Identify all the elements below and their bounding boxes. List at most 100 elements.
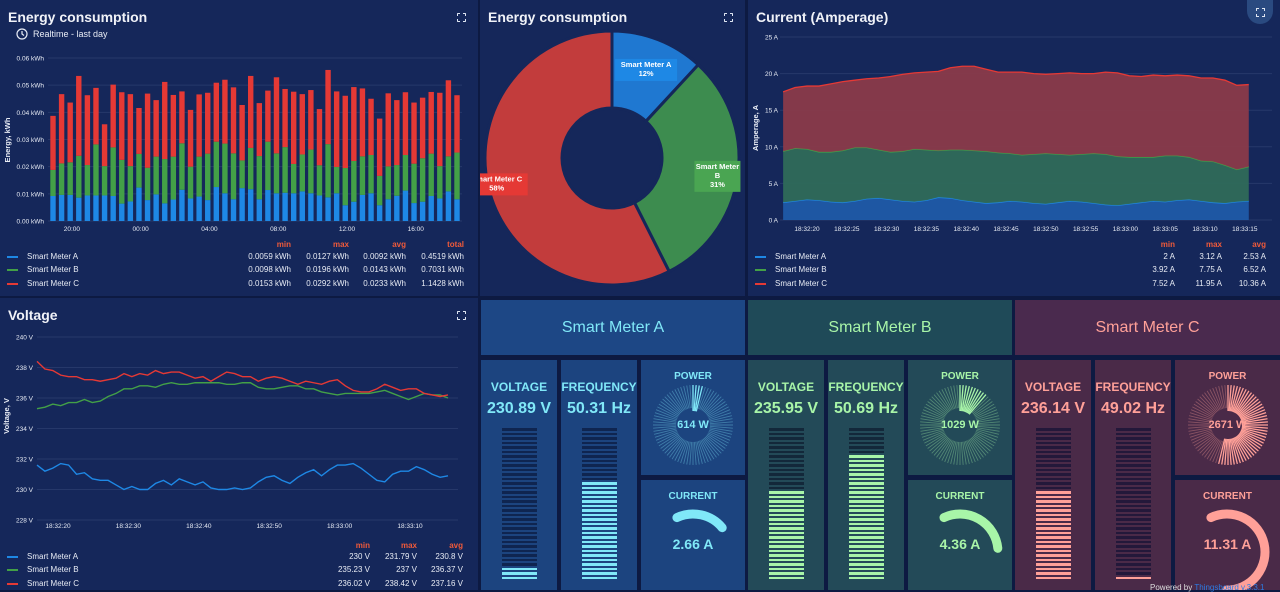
- bar-smart-meter-c: [385, 93, 391, 167]
- x-tick-label: 18:33:15: [1232, 226, 1258, 233]
- bar-smart-meter-a: [205, 200, 211, 221]
- y-tick-label: 0.05 kWh: [17, 83, 45, 90]
- level-segment: [1115, 540, 1151, 543]
- level-segment: [501, 459, 537, 462]
- level-segment: [1115, 441, 1151, 444]
- level-segment: [1035, 459, 1071, 462]
- bar-smart-meter-a: [368, 193, 374, 221]
- bar-smart-meter-a: [359, 194, 366, 221]
- level-segment: [1115, 464, 1151, 467]
- level-segment: [848, 491, 884, 494]
- bar-smart-meter-b: [299, 154, 305, 192]
- legend-series-name[interactable]: Smart Meter A: [775, 252, 826, 261]
- level-segment: [1035, 428, 1071, 431]
- bar-smart-meter-c: [179, 91, 185, 144]
- level-segment: [848, 486, 884, 489]
- level-segment: [848, 509, 884, 512]
- level-segment: [501, 477, 537, 480]
- bar-smart-meter-c: [84, 95, 91, 166]
- bar-smart-meter-b: [239, 160, 245, 189]
- bar-smart-meter-a: [179, 189, 185, 221]
- frequency-level-gauge: [848, 428, 884, 581]
- bar-smart-meter-c: [437, 92, 443, 167]
- meter-header: Smart Meter A: [481, 300, 745, 355]
- bar-smart-meter-a: [428, 196, 434, 221]
- bar-smart-meter-a: [265, 190, 271, 221]
- legend-series-name[interactable]: Smart Meter B: [27, 565, 79, 574]
- x-tick-label: 18:33:10: [397, 523, 423, 530]
- level-segment: [768, 491, 804, 494]
- level-segment: [501, 558, 537, 561]
- x-tick-label: 18:32:30: [874, 226, 900, 233]
- bar-smart-meter-c: [213, 82, 220, 142]
- legend-swatch: [7, 283, 18, 285]
- level-segment: [1115, 567, 1151, 570]
- y-tick-label: 0.02 kWh: [17, 164, 45, 171]
- legend-series-name[interactable]: Smart Meter B: [27, 265, 79, 274]
- power-card: POWER 2671 W: [1175, 360, 1280, 475]
- level-segment: [581, 558, 617, 561]
- current-value: 2.66 A: [672, 536, 714, 552]
- level-segment: [1035, 558, 1071, 561]
- frequency-label: FREQUENCY: [828, 380, 904, 394]
- frequency-card: FREQUENCY 50.31 Hz: [561, 360, 637, 590]
- legend-swatch: [7, 556, 18, 558]
- bar-smart-meter-c: [93, 87, 99, 145]
- legend-header-min: min: [276, 240, 291, 249]
- level-segment: [768, 468, 804, 471]
- bar-smart-meter-a: [290, 193, 297, 221]
- level-segment: [1115, 545, 1151, 548]
- level-segment: [768, 509, 804, 512]
- level-segment: [1035, 486, 1071, 489]
- level-segment: [501, 441, 537, 444]
- level-segment: [848, 504, 884, 507]
- legend-value: 237.16 V: [430, 579, 463, 588]
- level-segment: [501, 446, 537, 449]
- level-segment: [1035, 545, 1071, 548]
- legend-series-name[interactable]: Smart Meter C: [27, 579, 79, 588]
- legend-series-name[interactable]: Smart Meter B: [775, 265, 827, 274]
- level-segment: [581, 441, 617, 444]
- x-tick-label: 08:00: [270, 226, 287, 233]
- level-segment: [1115, 522, 1151, 525]
- level-segment: [581, 549, 617, 552]
- bar-smart-meter-b: [437, 166, 443, 199]
- level-segment: [501, 486, 537, 489]
- bar-smart-meter-c: [196, 94, 202, 157]
- y-tick-label: 0.00 kWh: [17, 219, 45, 226]
- thingsboard-link[interactable]: Thingsboard v.3.3.1: [1194, 583, 1264, 592]
- level-segment: [1115, 486, 1151, 489]
- power-value: 614 W: [677, 419, 709, 431]
- legend-series-name[interactable]: Smart Meter A: [27, 252, 78, 261]
- bar-smart-meter-a: [454, 199, 460, 221]
- x-tick-label: 18:32:50: [1033, 226, 1059, 233]
- level-segment: [848, 428, 884, 431]
- bar-smart-meter-c: [428, 91, 434, 154]
- level-segment: [1035, 504, 1071, 507]
- legend-series-name[interactable]: Smart Meter C: [775, 279, 827, 288]
- meter-title: Smart Meter C: [1095, 318, 1200, 336]
- legend-series-name[interactable]: Smart Meter A: [27, 552, 78, 561]
- level-segment: [1115, 477, 1151, 480]
- bar-smart-meter-a: [93, 195, 99, 221]
- level-segment: [768, 563, 804, 566]
- legend-series-name[interactable]: Smart Meter C: [27, 279, 79, 288]
- legend-swatch: [7, 569, 18, 571]
- level-segment: [581, 437, 617, 440]
- meter-header: Smart Meter B: [748, 300, 1012, 355]
- level-segment: [581, 477, 617, 480]
- level-segment: [581, 513, 617, 516]
- level-segment: [768, 432, 804, 435]
- level-segment: [501, 482, 537, 485]
- level-segment: [1115, 432, 1151, 435]
- level-segment: [581, 468, 617, 471]
- level-segment: [1035, 572, 1071, 575]
- current-card: CURRENT 11.31 A: [1175, 480, 1280, 590]
- bar-smart-meter-b: [445, 156, 452, 192]
- frequency-label: FREQUENCY: [1095, 380, 1171, 394]
- level-segment: [501, 531, 537, 534]
- bar-smart-meter-c: [256, 103, 262, 157]
- level-segment: [1115, 576, 1151, 579]
- bar-smart-meter-a: [316, 195, 323, 221]
- y-tick-label: 232 V: [16, 457, 34, 464]
